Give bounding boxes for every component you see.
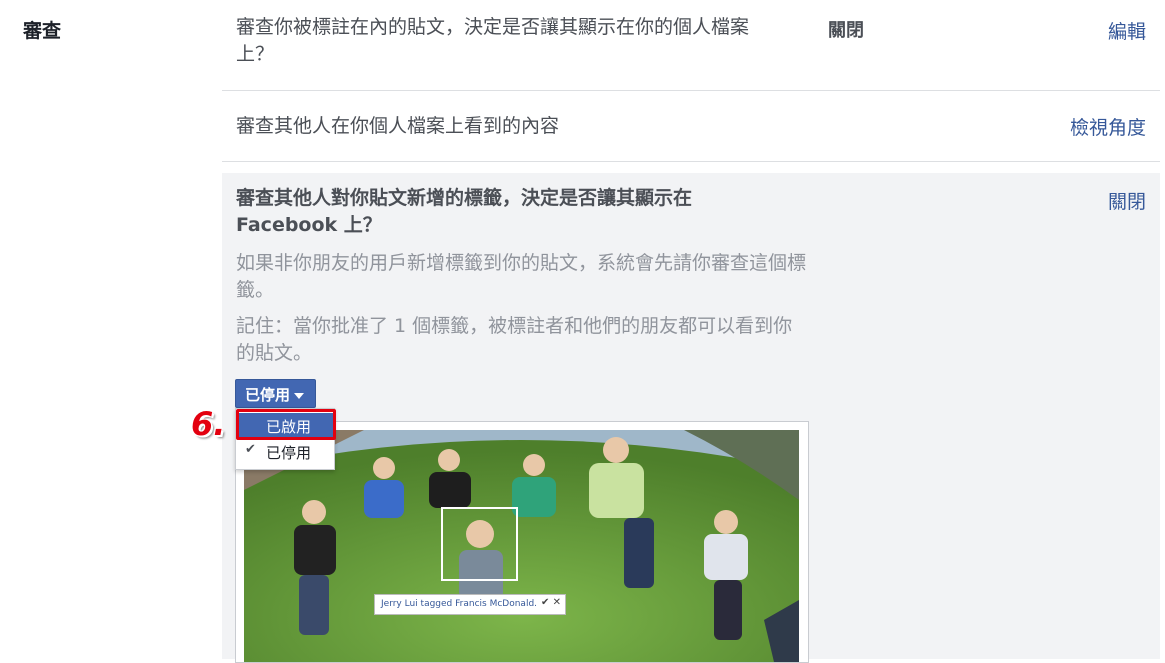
tag-caption-tagged: Francis McDonald.: [455, 599, 538, 609]
tag-caption-tagger: Jerry Lui tagged: [381, 599, 453, 609]
row-state: 關閉: [828, 20, 864, 41]
menu-item-enabled[interactable]: 已啟用: [236, 413, 334, 437]
reject-icon: ✕: [552, 597, 561, 608]
check-icon: ✔: [245, 442, 256, 457]
panel-paragraph: 如果非你朋友的用戶新增標籤到你的貼文，系統會先請你審查這個標籤。: [236, 252, 807, 301]
close-link[interactable]: 關閉: [1108, 187, 1146, 214]
panel-paragraph: 記住：當你批准了 1 個標籤，被標註者和他們的朋友都可以看到你的貼文。: [236, 315, 793, 364]
tag-caption: Jerry Lui tagged Francis McDonald. ✔ ✕: [374, 594, 566, 615]
caret-down-icon: [294, 392, 305, 399]
section-label: 審查: [23, 20, 62, 42]
dropdown-value: 已停用: [245, 386, 291, 404]
menu-item-label: 已停用: [266, 444, 312, 462]
edit-link[interactable]: 編輯: [1108, 17, 1146, 44]
panel-title: 審查其他人對你貼文新增的標籤，決定是否讓其顯示在 Facebook 上？: [236, 187, 693, 236]
tag-review-dropdown[interactable]: 已停用: [235, 379, 316, 408]
row-description: 審查你被標註在內的貼文，決定是否讓其顯示在你的個人檔案上？: [236, 16, 750, 65]
row-description: 審查其他人在你個人檔案上看到的內容: [236, 115, 560, 137]
approve-icon: ✔: [541, 597, 550, 608]
view-as-row: 審查其他人在你個人檔案上看到的內容 檢視角度: [222, 91, 1160, 162]
step-number-annotation: 6.: [191, 405, 226, 443]
dropdown-menu: 已啟用 ✔ 已停用: [235, 408, 335, 470]
review-tagged-posts-row: 審查你被標註在內的貼文，決定是否讓其顯示在你的個人檔案上？ 關閉 編輯: [222, 0, 1160, 91]
tag-review-expanded-panel: 審查其他人對你貼文新增的標籤，決定是否讓其顯示在 Facebook 上？ 關閉 …: [222, 173, 1160, 663]
tag-caption-buttons: ✔ ✕: [541, 597, 561, 608]
view-as-link[interactable]: 檢視角度: [1070, 113, 1146, 140]
menu-item-label: 已啟用: [266, 418, 312, 436]
menu-item-disabled[interactable]: ✔ 已停用: [236, 439, 334, 463]
